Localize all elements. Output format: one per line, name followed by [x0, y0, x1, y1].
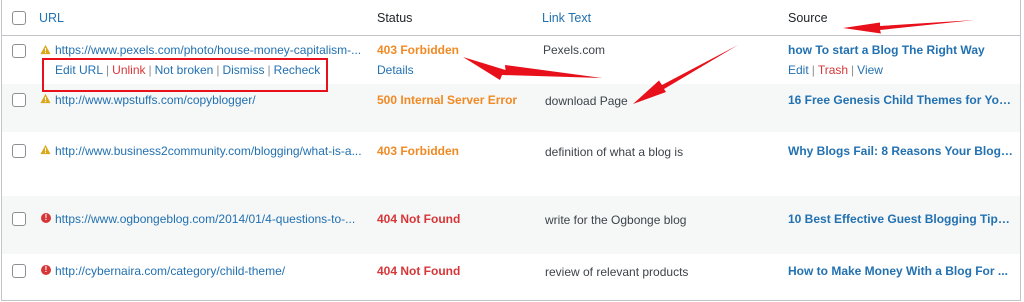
link-text: definition of what a blog is	[545, 145, 684, 159]
table-row: ! http://cybernaira.com/category/child-t…	[2, 254, 1020, 301]
status-text: 403 Forbidden	[377, 43, 460, 57]
table-row: ! https://www.ogbongeblog.com/2014/01/4-…	[2, 196, 1020, 254]
link-text: download Page	[545, 94, 628, 108]
error-icon: !	[41, 265, 51, 275]
broken-url-link[interactable]: https://www.pexels.com/photo/house-money…	[55, 43, 365, 57]
status-details-link[interactable]: Details	[377, 63, 414, 77]
warning-icon	[40, 44, 51, 55]
broken-url-link[interactable]: http://www.wpstuffs.com/copyblogger/	[55, 93, 365, 107]
view-action[interactable]: View	[857, 63, 883, 77]
broken-url-link[interactable]: http://www.business2community.com/bloggi…	[55, 144, 365, 158]
status-text: 404 Not Found	[377, 212, 461, 226]
row-checkbox[interactable]	[12, 264, 26, 278]
column-header-url[interactable]: URL	[39, 11, 64, 25]
link-text: Pexels.com	[543, 43, 606, 57]
status-text: 404 Not Found	[377, 264, 461, 278]
column-header-link-text[interactable]: Link Text	[542, 11, 591, 25]
row-checkbox[interactable]	[12, 144, 26, 158]
source-post-link[interactable]: Why Blogs Fail: 8 Reasons Your Blog ...	[788, 144, 1013, 158]
annotation-highlight-box	[42, 58, 328, 92]
warning-icon	[40, 144, 51, 155]
status-text: 403 Forbidden	[377, 144, 460, 158]
edit-source-action[interactable]: Edit	[788, 63, 809, 77]
broken-links-table: URL Status Link Text Source https://www.…	[1, 0, 1021, 301]
row-checkbox[interactable]	[12, 212, 26, 226]
warning-icon	[40, 93, 51, 104]
trash-action[interactable]: Trash	[818, 63, 848, 77]
link-text: review of relevant products	[545, 265, 689, 279]
link-text: write for the Ogbonge blog	[545, 213, 687, 227]
source-post-link[interactable]: 10 Best Effective Guest Blogging Tips Y.…	[788, 212, 1013, 226]
column-header-source: Source	[788, 11, 828, 25]
source-post-link[interactable]: How to Make Money With a Blog For ...	[788, 264, 1013, 278]
table-header: URL Status Link Text Source	[2, 0, 1020, 36]
column-header-status: Status	[377, 11, 413, 25]
row-checkbox[interactable]	[12, 93, 26, 107]
status-text: 500 Internal Server Error	[377, 93, 518, 107]
select-all-checkbox[interactable]	[12, 11, 26, 25]
source-post-link[interactable]: how To start a Blog The Right Way	[788, 43, 1013, 57]
source-post-link[interactable]: 16 Free Genesis Child Themes for Your ..…	[788, 93, 1013, 107]
broken-url-link[interactable]: http://cybernaira.com/category/child-the…	[55, 264, 365, 278]
table-row: http://www.business2community.com/bloggi…	[2, 132, 1020, 196]
row-checkbox[interactable]	[12, 44, 26, 58]
error-icon: !	[41, 213, 51, 223]
broken-url-link[interactable]: https://www.ogbongeblog.com/2014/01/4-qu…	[55, 212, 365, 226]
source-row-actions: Edit | Trash | View	[788, 63, 883, 77]
